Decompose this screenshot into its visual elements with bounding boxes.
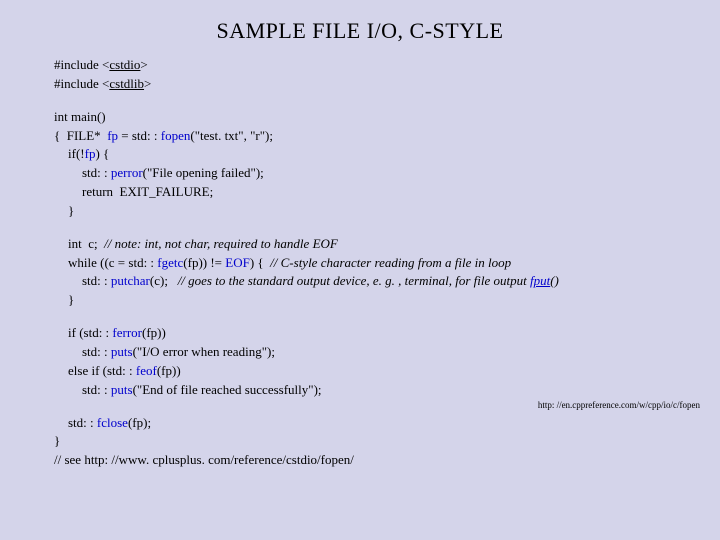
puts2-line: std: : puts("End of file reached success… [54, 381, 700, 400]
brace2: } [54, 291, 700, 310]
elseif-post: (fp)) [157, 363, 181, 378]
putchar-pre: std: : [82, 273, 111, 288]
putchar-comment-pre: // goes to the standard output device, e… [178, 273, 530, 288]
decl-comment: // note: int, not char, required to hand… [104, 236, 338, 251]
putchar-fn: putchar [111, 273, 150, 288]
include-line-1: #include <cstdio> [54, 56, 700, 75]
include1-lib: cstdio [109, 57, 140, 72]
putchar-comment-post: () [550, 273, 559, 288]
fclose-line: std: : fclose(fp); [54, 414, 700, 433]
int-c-line: int c; // note: int, not char, required … [54, 235, 700, 254]
fopen-args: ("test. txt", "r"); [190, 128, 273, 143]
includes-block: #include <cstdio> #include <cstdlib> [54, 56, 700, 94]
perror-args: ("File opening failed"); [143, 165, 264, 180]
include1-post: > [140, 57, 147, 72]
while-post: ) { [250, 255, 270, 270]
puts1-fn: puts [111, 344, 133, 359]
tail-block: if (std: : ferror(fp)) std: : puts("I/O … [54, 324, 700, 399]
if-fp: fp [85, 146, 96, 161]
fclose-pre: std: : [68, 415, 97, 430]
ferror-line: if (std: : ferror(fp)) [54, 324, 700, 343]
slide-title: SAMPLE FILE I/O, C-STYLE [0, 0, 720, 56]
puts1-pre: std: : [82, 344, 111, 359]
if-pre: if(! [68, 146, 85, 161]
fp-var: fp [107, 128, 118, 143]
while-mid: (fp)) != [183, 255, 225, 270]
if-line: if(!fp) { [54, 145, 700, 164]
include1-pre: #include < [54, 57, 109, 72]
fgetc-fn: fgetc [157, 255, 183, 270]
perror-line: std: : perror("File opening failed"); [54, 164, 700, 183]
include-line-2: #include <cstdlib> [54, 75, 700, 94]
perror-fn: perror [111, 165, 143, 180]
putchar-post: (c); [150, 273, 178, 288]
puts1-args: ("I/O error when reading"); [133, 344, 275, 359]
fclose-fn: fclose [97, 415, 128, 430]
while-line: while ((c = std: : fgetc(fp)) != EOF) { … [54, 254, 700, 273]
include2-pre: #include < [54, 76, 109, 91]
puts2-args: ("End of file reached successfully"); [133, 382, 322, 397]
fput-fn: fput [530, 273, 550, 288]
open-brace: { FILE* [54, 128, 107, 143]
close-block: std: : fclose(fp); } // see http: //www.… [54, 414, 700, 471]
footnote-url: http: //en.cppreference.com/w/cpp/io/c/f… [538, 400, 700, 410]
include2-lib: cstdlib [109, 76, 144, 91]
eq: = std: : [118, 128, 161, 143]
perror-pre: std: : [82, 165, 111, 180]
feof-fn: feof [136, 363, 157, 378]
ferror-pre: if (std: : [68, 325, 112, 340]
fopen-fn: fopen [161, 128, 191, 143]
putchar-line: std: : putchar(c); // goes to the standa… [54, 272, 700, 291]
return-line: return EXIT_FAILURE; [54, 183, 700, 202]
elseif-pre: else if (std: : [68, 363, 136, 378]
include2-post: > [144, 76, 151, 91]
if-post: ) { [95, 146, 109, 161]
ferror-post: (fp)) [142, 325, 166, 340]
ferror-fn: ferror [112, 325, 142, 340]
putchar-comment: // goes to the standard output device, e… [178, 273, 559, 288]
see-comment: // see http: //www. cplusplus. com/refer… [54, 451, 700, 470]
loop-block: int c; // note: int, not char, required … [54, 235, 700, 310]
end-brace: } [54, 432, 700, 451]
eof-const: EOF [225, 255, 250, 270]
puts2-fn: puts [111, 382, 133, 397]
fclose-post: (fp); [128, 415, 151, 430]
puts2-pre: std: : [82, 382, 111, 397]
brace1: } [54, 202, 700, 221]
elseif-line: else if (std: : feof(fp)) [54, 362, 700, 381]
while-pre: while ((c = std: : [68, 255, 157, 270]
puts1-line: std: : puts("I/O error when reading"); [54, 343, 700, 362]
main-sig: int main() [54, 108, 700, 127]
decl-pre: int c; [68, 236, 104, 251]
main-block: int main() { FILE* fp = std: : fopen("te… [54, 108, 700, 221]
while-comment: // C-style character reading from a file… [270, 255, 511, 270]
file-open-line: { FILE* fp = std: : fopen("test. txt", "… [54, 127, 700, 146]
